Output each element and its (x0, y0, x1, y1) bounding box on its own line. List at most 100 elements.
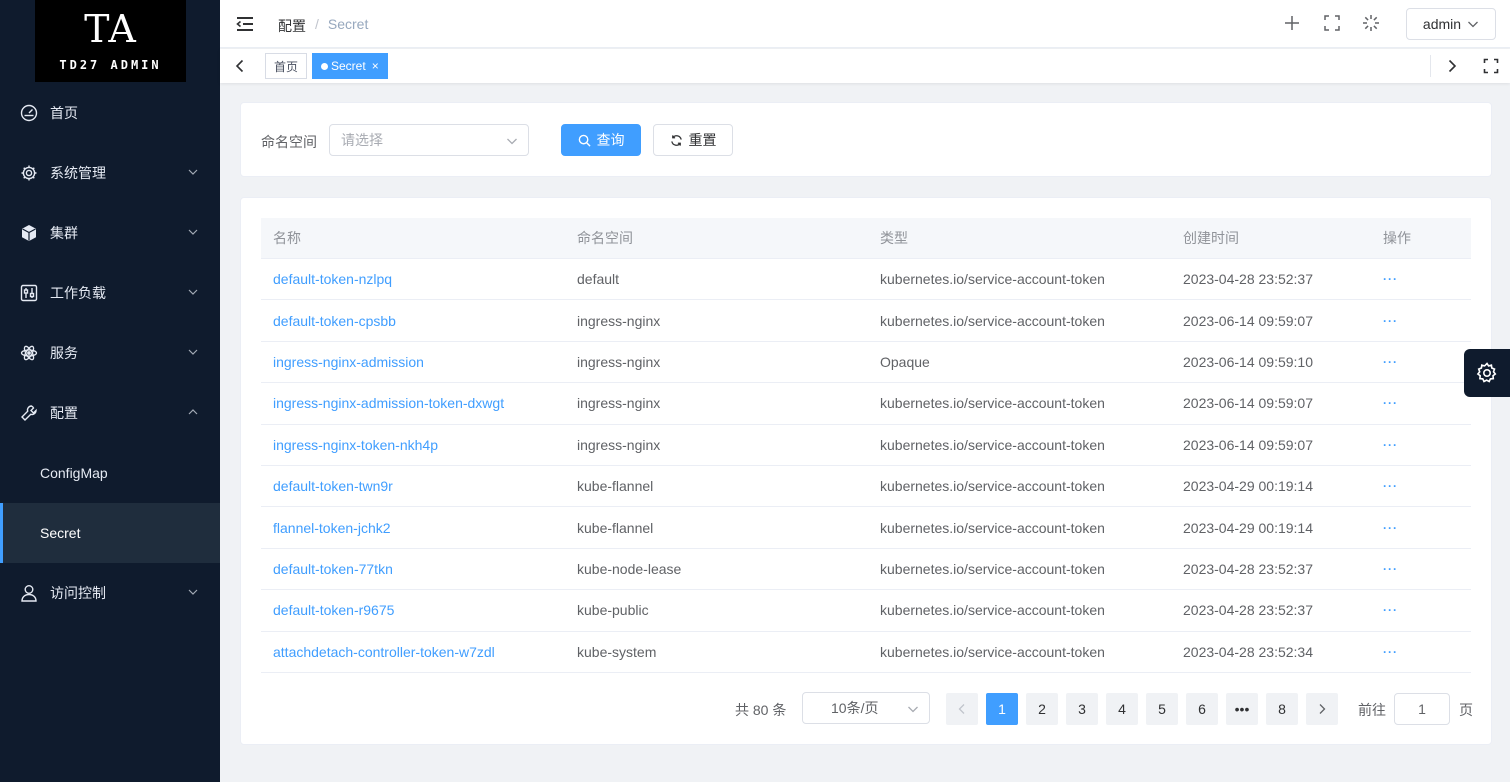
header: 配置 / Secret admin (220, 0, 1510, 48)
sidebar-item-label: Secret (40, 525, 81, 541)
sidebar-item-cluster[interactable]: 集群 (0, 203, 220, 263)
secret-name-link[interactable]: ingress-nginx-admission-token-dxwgt (261, 395, 565, 411)
table-card: 名称 命名空间 类型 创建时间 操作 default-token-nzlpq de… (240, 197, 1492, 745)
created-time-cell: 2023-04-28 23:52:34 (1183, 643, 1313, 660)
sidebar-item-label: ConfigMap (40, 465, 108, 481)
sidebar-item-config[interactable]: 配置 (0, 383, 220, 443)
created-time-cell: 2023-04-29 00:19:14 (1183, 519, 1313, 536)
menu-fold-icon[interactable] (236, 15, 254, 33)
chevron-down-icon (188, 589, 198, 595)
column-header: 名称 (273, 230, 301, 246)
sidebar-item-configmap[interactable]: ConfigMap (0, 443, 220, 503)
namespace-select[interactable]: 请选择 (329, 124, 529, 156)
page-button[interactable]: 3 (1066, 693, 1098, 725)
page-button[interactable]: 6 (1186, 693, 1218, 725)
settings-button[interactable] (1464, 349, 1510, 397)
chevron-right-icon[interactable] (1444, 58, 1460, 74)
column-header: 创建时间 (1183, 230, 1239, 246)
sidebar-item-label: 系统管理 (50, 165, 106, 181)
refresh-icon (670, 134, 682, 146)
namespace-cell: kube-flannel (577, 519, 654, 536)
query-button[interactable]: 查询 (561, 124, 641, 156)
loading-icon[interactable] (1361, 13, 1381, 33)
prev-page-button[interactable] (946, 693, 978, 725)
box-icon (20, 224, 38, 242)
secret-name-link[interactable]: ingress-nginx-admission (261, 354, 565, 370)
breadcrumb: 配置 / Secret (278, 16, 368, 36)
more-pages-button[interactable]: ••• (1226, 693, 1258, 725)
more-actions-button[interactable]: ··· (1371, 355, 1471, 369)
tab-secret[interactable]: Secret × (312, 53, 388, 79)
page-button[interactable]: 5 (1146, 693, 1178, 725)
sidebar-item-home[interactable]: 首页 (0, 83, 220, 143)
secret-name-link[interactable]: default-token-twn9r (261, 478, 565, 494)
sidebar-item-system[interactable]: 系统管理 (0, 143, 220, 203)
type-cell: kubernetes.io/service-account-token (880, 602, 1105, 619)
chevron-down-icon (188, 169, 198, 175)
plus-icon[interactable] (1282, 13, 1302, 33)
column-header: 操作 (1383, 230, 1411, 246)
more-actions-button[interactable]: ··· (1371, 521, 1471, 535)
chevron-left-icon[interactable] (232, 58, 248, 74)
table-row: default-token-twn9r kube-flannel kubernete… (261, 466, 1471, 508)
sidebar-item-access-control[interactable]: 访问控制 (0, 563, 220, 623)
secret-name-link[interactable]: flannel-token-jchk2 (261, 520, 565, 536)
close-icon[interactable]: × (372, 59, 379, 73)
more-actions-button[interactable]: ··· (1371, 272, 1471, 286)
sidebar-item-label: 工作负载 (50, 285, 106, 301)
user-dropdown[interactable]: admin (1406, 8, 1496, 40)
page-button[interactable]: 2 (1026, 693, 1058, 725)
more-actions-button[interactable]: ··· (1371, 438, 1471, 452)
type-cell: kubernetes.io/service-account-token (880, 519, 1105, 536)
more-actions-button[interactable]: ··· (1371, 314, 1471, 328)
table-row: flannel-token-jchk2 kube-flannel kubernete… (261, 507, 1471, 549)
reset-button[interactable]: 重置 (653, 124, 733, 156)
type-cell: kubernetes.io/service-account-token (880, 436, 1105, 453)
secret-name-link[interactable]: default-token-cpsbb (261, 313, 565, 329)
column-header: 命名空间 (577, 230, 633, 246)
breadcrumb-current: Secret (327, 16, 369, 32)
secret-name-link[interactable]: default-token-77tkn (261, 561, 565, 577)
table-row: ingress-nginx-token-nkh4p ingress-nginx ku… (261, 425, 1471, 466)
secret-name-link[interactable]: default-token-nzlpq (261, 271, 565, 287)
page-size-select[interactable]: 10条/页 (802, 692, 930, 724)
breadcrumb-item[interactable]: 配置 (278, 16, 306, 36)
namespace-cell: kube-public (577, 602, 649, 619)
reset-label: 重置 (688, 132, 717, 148)
secret-name-link[interactable]: default-token-r9675 (261, 602, 565, 618)
secret-name-link[interactable]: attachdetach-controller-token-w7zdl (261, 644, 565, 660)
search-form: 命名空间 请选择 查询 重置 (240, 102, 1492, 177)
sliders-icon (20, 284, 38, 302)
goto-label: 前往 (1358, 702, 1386, 718)
sidebar-item-service[interactable]: 服务 (0, 323, 220, 383)
sidebar-item-secret[interactable]: Secret (0, 503, 220, 563)
page-button[interactable]: 8 (1266, 693, 1298, 725)
namespace-cell: ingress-nginx (577, 312, 661, 329)
table-row: ingress-nginx-admission ingress-nginx Opaq… (261, 342, 1471, 384)
gear-icon (20, 164, 38, 182)
more-actions-button[interactable]: ··· (1371, 562, 1471, 576)
next-page-button[interactable] (1306, 693, 1338, 725)
more-actions-button[interactable]: ··· (1371, 603, 1471, 617)
fullscreen-icon[interactable] (1322, 13, 1342, 33)
table-row: attachdetach-controller-token-w7zdl kube-… (261, 632, 1471, 673)
created-time-cell: 2023-06-14 09:59:07 (1183, 436, 1313, 453)
sidebar-item-workload[interactable]: 工作负载 (0, 263, 220, 323)
page-button[interactable]: 4 (1106, 693, 1138, 725)
page-size-value: 10条/页 (831, 700, 879, 716)
more-actions-button[interactable]: ··· (1371, 396, 1471, 410)
chevron-down-icon (507, 138, 517, 145)
secret-name-link[interactable]: ingress-nginx-token-nkh4p (261, 437, 565, 453)
created-time-cell: 2023-06-14 09:59:10 (1183, 353, 1313, 370)
chevron-right-icon (1319, 704, 1326, 714)
more-actions-button[interactable]: ··· (1371, 479, 1471, 493)
more-actions-button[interactable]: ··· (1371, 645, 1471, 659)
chevron-down-icon (1468, 21, 1479, 28)
fullscreen-icon[interactable] (1483, 58, 1499, 74)
goto-page-input[interactable]: 1 (1394, 693, 1450, 725)
type-cell: Opaque (880, 353, 930, 370)
table-row: default-token-cpsbb ingress-nginx kubernet… (261, 300, 1471, 342)
page-button[interactable]: 1 (986, 693, 1018, 725)
tab-home[interactable]: 首页 (265, 53, 308, 79)
sidebar-item-label: 访问控制 (50, 585, 106, 601)
